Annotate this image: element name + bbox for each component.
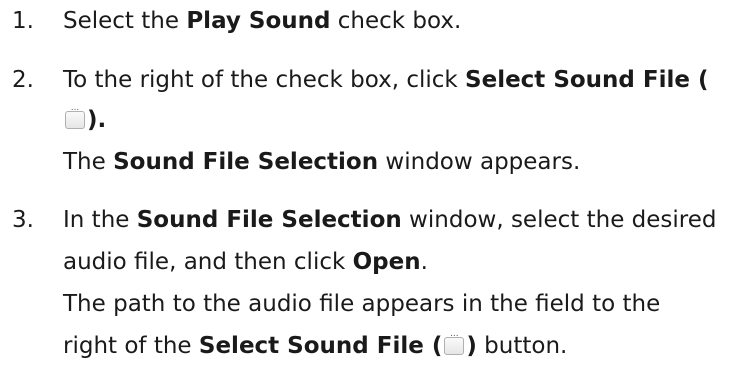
text: In the (63, 207, 137, 233)
step-body: Select the Play Sound check box. (63, 0, 733, 42)
ui-term: Select Sound File ( (465, 67, 709, 93)
text: The (63, 149, 114, 175)
text: To the right of the check box, click (63, 67, 466, 93)
step-line: Select the Play Sound check box. (63, 0, 733, 42)
ui-term: Select Sound File ( (198, 333, 443, 359)
text: . (420, 249, 428, 275)
step-line: The path to the audio file appears in th… (63, 283, 733, 325)
ui-term: Sound File Selection (136, 207, 402, 233)
ui-term: Sound File Selection (113, 149, 379, 175)
step-line: In the Sound File Selection window, sele… (63, 199, 733, 241)
text: The path to the audio file appears in th… (63, 291, 661, 317)
step-line: right of the Select Sound File () button… (63, 324, 733, 367)
step-line: The Sound File Selection window appears. (63, 141, 733, 183)
step-number: 2. (12, 67, 34, 93)
text: window, select the desired (401, 207, 717, 233)
step-line: audio file, and then click Open. (63, 241, 733, 283)
text: right of the (63, 333, 199, 359)
ellipsis-button-icon (65, 98, 85, 129)
step-body: To the right of the check box, click Sel… (63, 59, 733, 183)
instruction-document: 1. Select the Play Sound check box. 2. T… (0, 0, 736, 363)
step-body: In the Sound File Selection window, sele… (63, 199, 733, 367)
text: Select the (63, 8, 187, 34)
text: audio file, and then click (63, 249, 353, 275)
ui-term: Play Sound (186, 8, 331, 34)
ellipsis-button-icon (444, 324, 465, 355)
ui-term: ). (87, 107, 107, 133)
step-number: 3. (12, 207, 34, 233)
ui-term: Open (352, 249, 421, 275)
text: button. (476, 333, 568, 359)
step-line: To the right of the check box, click Sel… (63, 59, 733, 101)
ui-term-tail: ) (466, 333, 477, 359)
text: window appears. (378, 149, 581, 175)
text: check box. (330, 8, 462, 34)
step-line: ). (63, 98, 733, 141)
step-number: 1. (12, 8, 34, 34)
